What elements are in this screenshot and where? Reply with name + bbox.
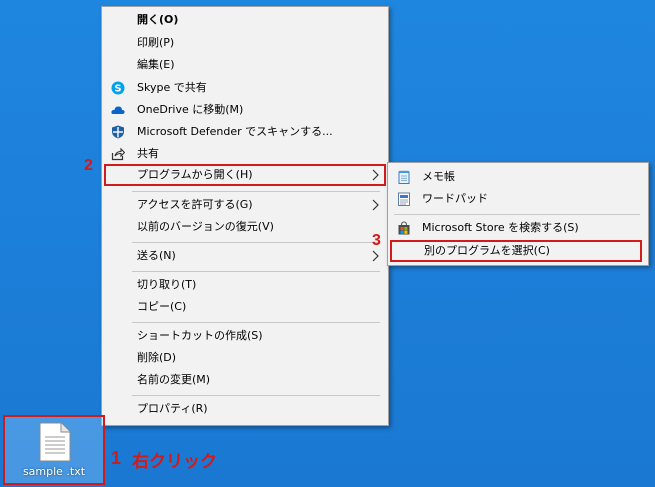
menu-item-create-shortcut[interactable]: ショートカットの作成(S) (104, 325, 386, 347)
context-menu: 開く(O) 印刷(P) 編集(E) S Skype で共有 OneDrive に… (101, 6, 389, 426)
menu-item-edit[interactable]: 編集(E) (104, 54, 386, 76)
menu-item-give-access[interactable]: アクセスを許可する(G) (104, 194, 386, 216)
file-name-label: sample .txt (22, 465, 86, 478)
notepad-icon (398, 170, 410, 184)
menu-separator (132, 322, 380, 323)
desktop-file-icon[interactable]: sample .txt (3, 415, 105, 485)
menu-separator (132, 242, 380, 243)
right-click-annotation: 右クリック (132, 452, 217, 472)
chevron-right-icon (372, 199, 379, 211)
wordpad-icon (398, 192, 410, 206)
defender-icon (112, 125, 124, 139)
menu-separator (132, 191, 380, 192)
menu-separator (132, 271, 380, 272)
text-file-icon (39, 422, 71, 462)
submenu-item-notepad[interactable]: メモ帳 (390, 166, 646, 188)
menu-item-share[interactable]: 共有 (104, 143, 386, 165)
menu-item-send-to[interactable]: 送る(N) (104, 245, 386, 267)
step-number-2: 2 (84, 157, 93, 174)
step-number-1: 1 (111, 448, 122, 468)
submenu-item-choose-another[interactable]: 別のプログラムを選択(C) (390, 240, 642, 262)
menu-item-defender-scan[interactable]: Microsoft Defender でスキャンする... (104, 121, 386, 143)
menu-item-open[interactable]: 開く(O) (104, 9, 386, 31)
onedrive-icon (111, 106, 125, 114)
menu-item-properties[interactable]: プロパティ(R) (104, 398, 386, 420)
menu-item-onedrive[interactable]: OneDrive に移動(M) (104, 99, 386, 121)
menu-item-copy[interactable]: コピー(C) (104, 296, 386, 318)
svg-text:S: S (114, 84, 121, 95)
store-icon (398, 221, 410, 235)
open-with-submenu: メモ帳 ワードパッド Microsoft Store を検索する(S) 別のプロ… (387, 162, 649, 266)
menu-item-rename[interactable]: 名前の変更(M) (104, 369, 386, 391)
menu-item-cut[interactable]: 切り取り(T) (104, 274, 386, 296)
menu-item-restore-previous[interactable]: 以前のバージョンの復元(V) (104, 216, 386, 238)
chevron-right-icon (372, 250, 379, 262)
menu-item-delete[interactable]: 削除(D) (104, 347, 386, 369)
submenu-item-search-store[interactable]: Microsoft Store を検索する(S) (390, 217, 646, 239)
chevron-right-icon (372, 169, 379, 181)
skype-icon: S (111, 81, 125, 95)
share-icon (111, 147, 125, 161)
menu-item-skype-share[interactable]: S Skype で共有 (104, 77, 386, 99)
submenu-separator (394, 214, 640, 215)
menu-item-print[interactable]: 印刷(P) (104, 32, 386, 54)
menu-separator (132, 395, 380, 396)
submenu-item-wordpad[interactable]: ワードパッド (390, 188, 646, 210)
menu-item-open-with[interactable]: プログラムから開く(H) (104, 164, 386, 186)
step-number-3: 3 (372, 232, 381, 249)
